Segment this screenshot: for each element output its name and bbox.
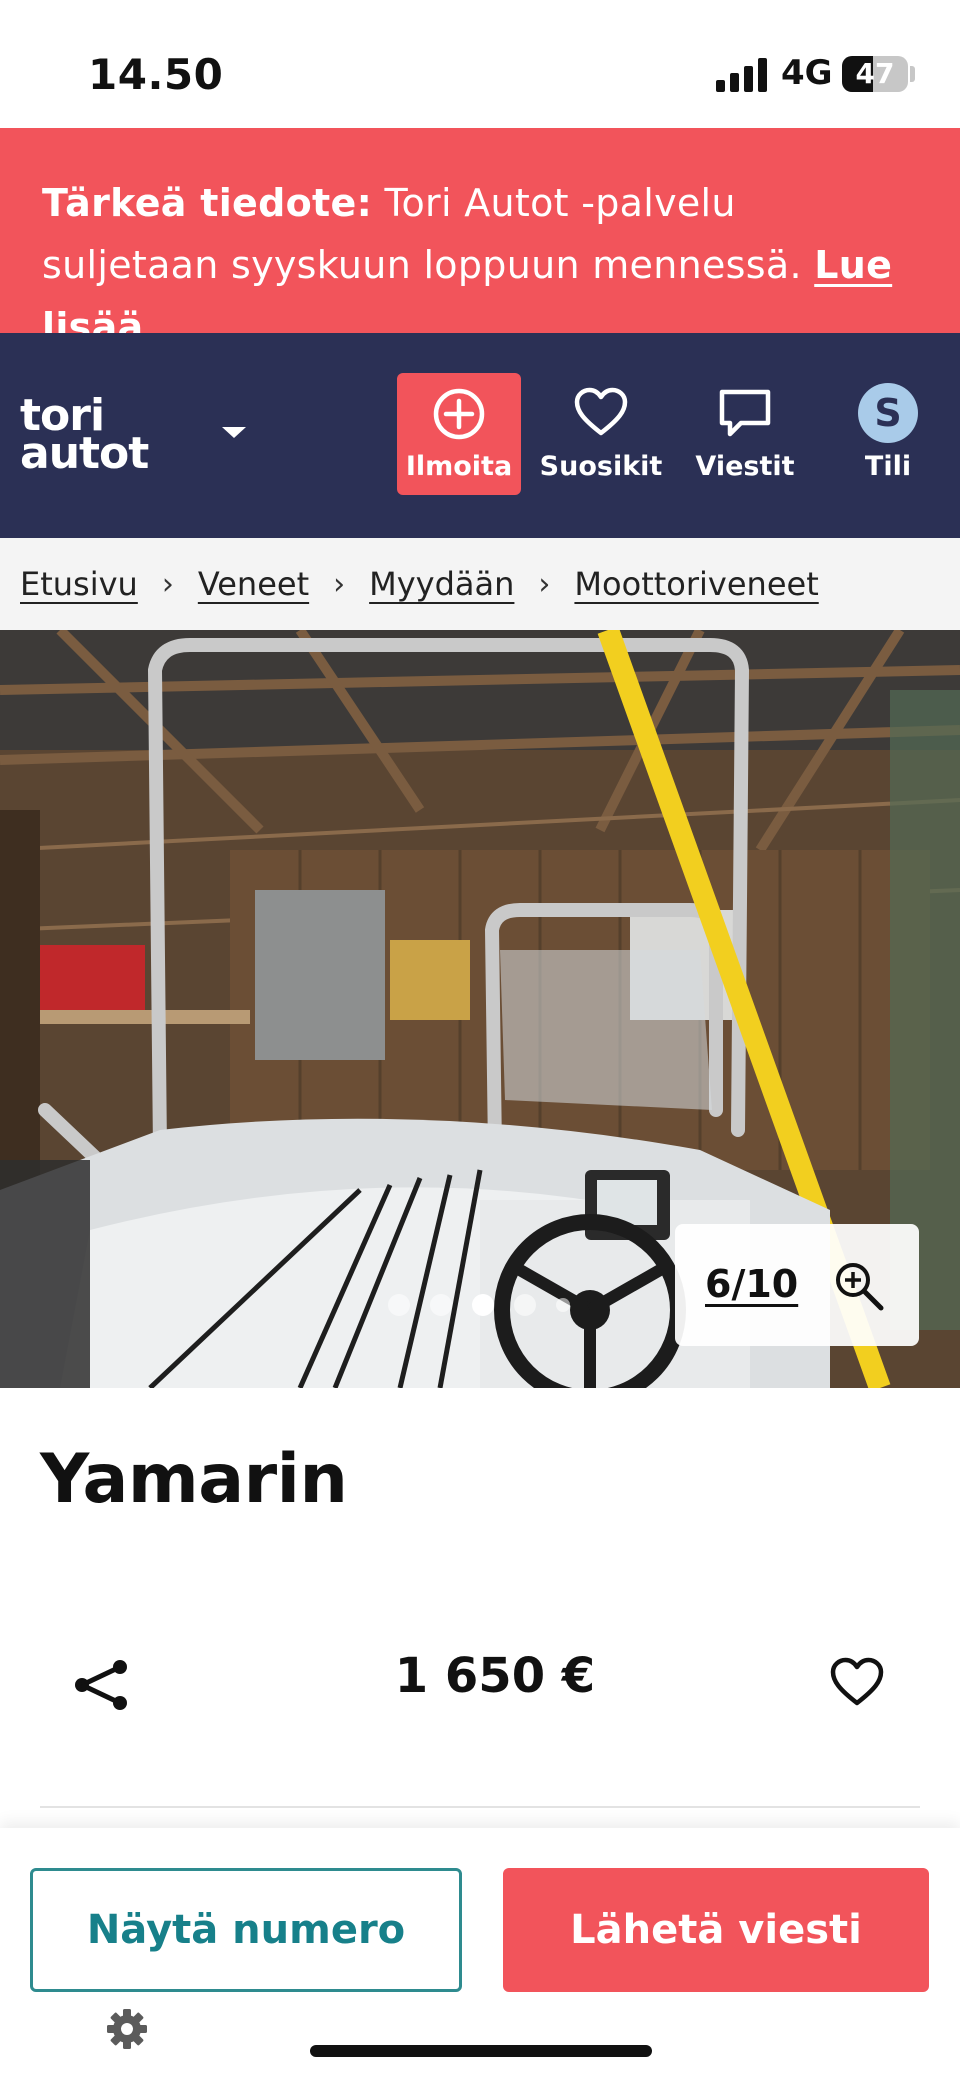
breadcrumb-motorboats[interactable]: Moottoriveneet <box>574 565 818 603</box>
pagination-dot[interactable] <box>430 1294 452 1316</box>
send-message-button[interactable]: Lähetä viesti <box>503 1868 929 1992</box>
pagination-dot[interactable] <box>514 1294 536 1316</box>
pagination-dot[interactable] <box>388 1294 410 1316</box>
home-indicator <box>310 2045 652 2057</box>
breadcrumb-for-sale[interactable]: Myydään <box>369 565 514 603</box>
site-header: tori autot Ilmoita Suosikit Viestit S Ti… <box>0 333 960 538</box>
breadcrumb-boats[interactable]: Veneet <box>198 565 309 603</box>
status-bar: 14.50 4G 47 <box>0 0 960 128</box>
favorite-heart-icon[interactable] <box>828 1656 886 1708</box>
nav-account-label: Tili <box>864 451 912 482</box>
nav-messages-label: Viestit <box>695 451 795 482</box>
chevron-right-icon: › <box>161 566 174 602</box>
listing-price: 1 650 € <box>394 1648 596 1704</box>
zoom-in-icon <box>836 1263 884 1311</box>
gear-icon[interactable] <box>106 2008 148 2050</box>
plus-circle-icon <box>433 388 485 440</box>
pagination-dot[interactable] <box>556 1298 570 1312</box>
battery-tip <box>910 66 915 82</box>
bottom-action-bar: Näytä numero Lähetä viesti <box>0 1828 960 2079</box>
nav-favorites[interactable]: Suosikit <box>539 373 663 495</box>
important-notice-banner: Tärkeä tiedote: Tori Autot -palvelu sulj… <box>0 128 960 349</box>
chevron-down-icon[interactable] <box>220 425 248 441</box>
breadcrumb-home[interactable]: Etusivu <box>20 565 138 603</box>
image-counter: 6/10 <box>705 1262 799 1306</box>
listing-title: Yamarin <box>40 1440 348 1519</box>
nav-messages[interactable]: Viestit <box>683 373 807 495</box>
chat-icon <box>719 389 771 437</box>
notice-label: Tärkeä tiedote: <box>42 181 373 225</box>
divider <box>40 1806 920 1808</box>
nav-post-ad[interactable]: Ilmoita <box>397 373 521 495</box>
chevron-right-icon: › <box>333 566 346 602</box>
tori-autot-logo[interactable]: tori autot <box>20 394 170 479</box>
logo-line-2: autot <box>20 428 149 479</box>
chevron-right-icon: › <box>538 566 551 602</box>
signal-icon <box>716 58 767 92</box>
nav-account[interactable]: S Tili <box>826 373 950 495</box>
network-label: 4G <box>781 53 833 93</box>
gallery-pagination-dots <box>388 1294 570 1316</box>
nav-favorites-label: Suosikit <box>539 451 663 482</box>
pagination-dot-active[interactable] <box>472 1294 494 1316</box>
image-counter-zoom-button[interactable]: 6/10 <box>675 1224 919 1346</box>
nav-post-label: Ilmoita <box>405 451 513 482</box>
heart-icon <box>574 387 628 436</box>
battery-icon: 47 <box>842 56 908 92</box>
show-number-button[interactable]: Näytä numero <box>30 1868 462 1992</box>
page: 14.50 4G 47 Tärkeä tiedote: Tori Autot -… <box>0 0 960 2079</box>
avatar: S <box>858 383 918 443</box>
battery-percent: 47 <box>855 57 895 90</box>
breadcrumb: Etusivu › Veneet › Myydään › Moottoriven… <box>0 538 960 630</box>
status-time: 14.50 <box>88 50 224 99</box>
